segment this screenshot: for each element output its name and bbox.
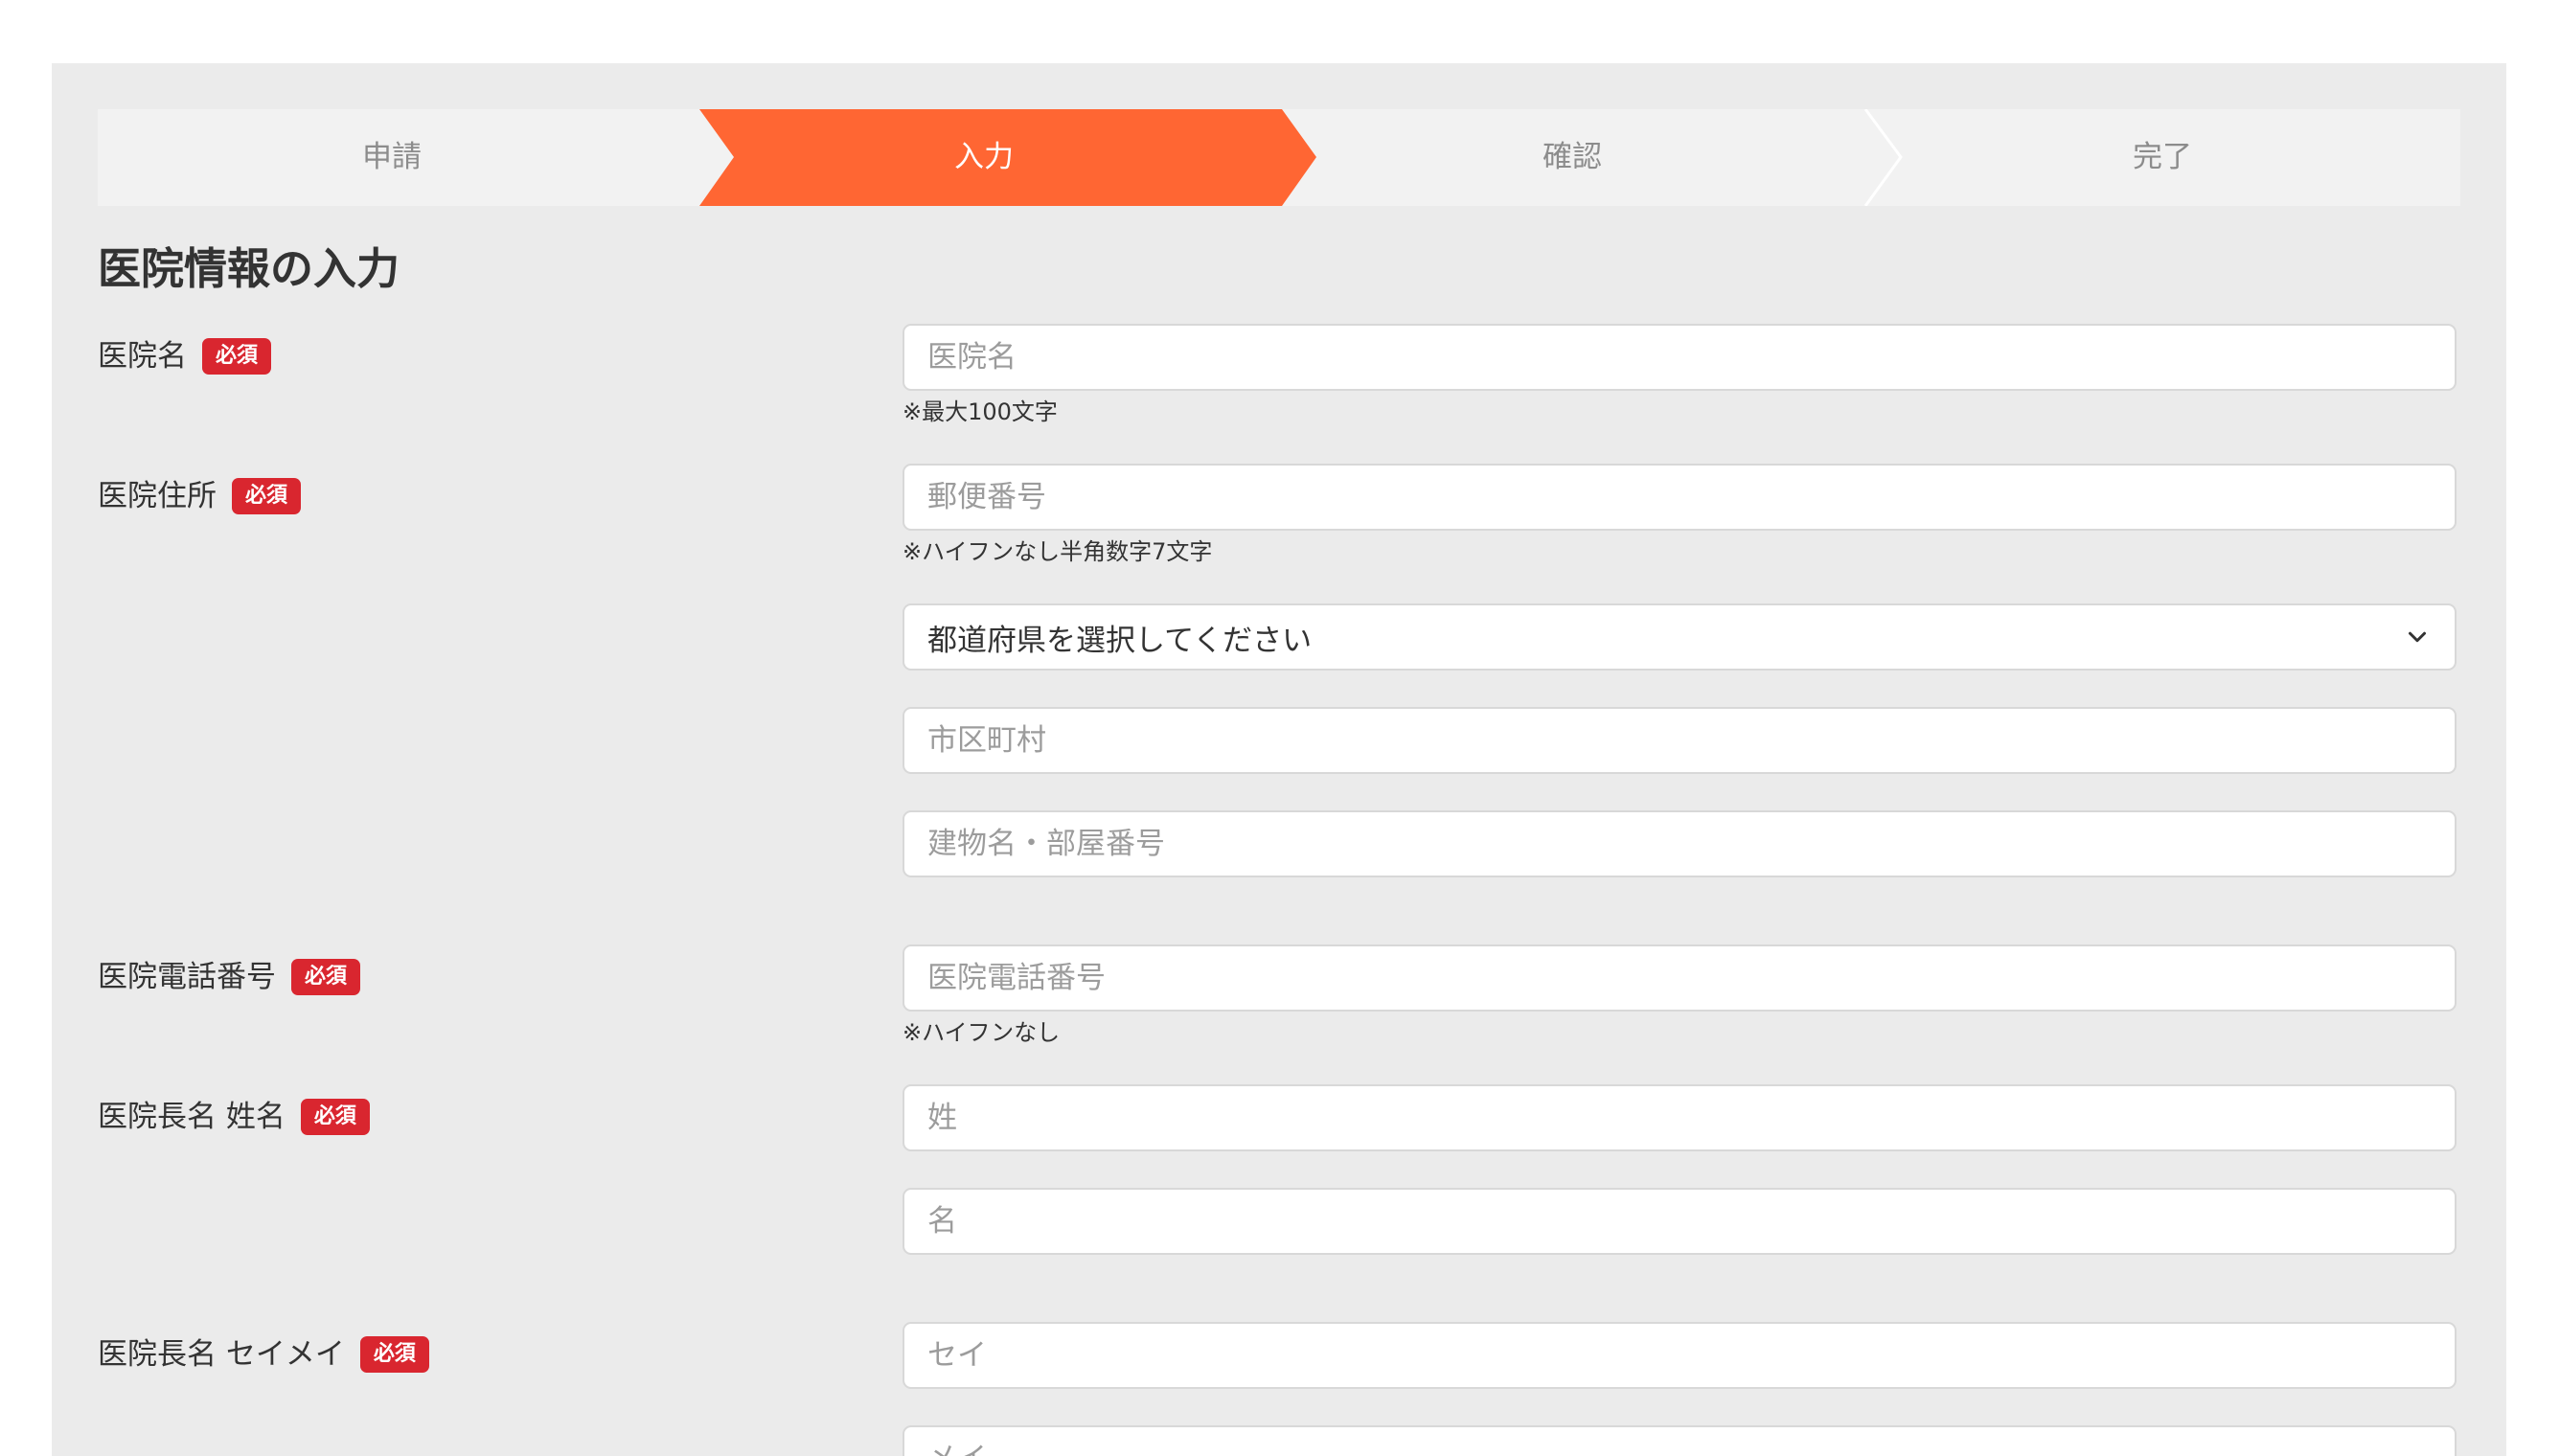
director-kana-label: 医院長名 セイメイ xyxy=(98,1337,345,1372)
director-name-label-row: 医院長名 姓名 必須 xyxy=(98,1096,370,1138)
required-badge: 必須 xyxy=(291,959,361,995)
required-badge: 必須 xyxy=(300,1099,370,1135)
clinic-address-label-row: 医院住所 必須 xyxy=(98,475,302,517)
city-input[interactable] xyxy=(903,707,2457,774)
director-first-name-input[interactable] xyxy=(903,1188,2457,1255)
building-input[interactable] xyxy=(903,810,2457,877)
postal-code-hint: ※ハイフンなし半角数字7文字 xyxy=(903,538,1213,565)
clinic-phone-input[interactable] xyxy=(903,944,2457,1012)
clinic-name-input[interactable] xyxy=(903,324,2457,391)
step-apply: 申請 xyxy=(362,140,422,174)
director-kana-label-row: 医院長名 セイメイ 必須 xyxy=(98,1333,429,1376)
clinic-phone-label-row: 医院電話番号 必須 xyxy=(98,956,361,998)
clinic-name-label-row: 医院名 必須 xyxy=(98,335,272,377)
step-complete: 完了 xyxy=(2133,140,2192,174)
director-name-label: 医院長名 姓名 xyxy=(98,1100,286,1134)
director-first-kana-input[interactable] xyxy=(903,1425,2457,1456)
progress-stepper: 申請 入力 確認 完了 xyxy=(98,109,2460,206)
clinic-phone-label: 医院電話番号 xyxy=(98,960,276,994)
required-badge: 必須 xyxy=(232,478,302,514)
prefecture-select[interactable]: 都道府県を選択してください xyxy=(903,603,2457,671)
chevron-down-icon xyxy=(2409,631,2426,643)
required-badge: 必須 xyxy=(202,338,272,375)
prefecture-select-value: 都道府県を選択してください xyxy=(927,623,1313,658)
clinic-name-hint: ※最大100文字 xyxy=(903,398,1058,425)
clinic-name-label: 医院名 xyxy=(98,339,187,374)
required-badge: 必須 xyxy=(359,1336,429,1373)
clinic-address-label: 医院住所 xyxy=(98,479,217,513)
step-input: 入力 xyxy=(954,140,1014,174)
step-confirm: 確認 xyxy=(1543,140,1602,174)
clinic-phone-hint: ※ハイフンなし xyxy=(903,1019,1061,1046)
page-title: 医院情報の入力 xyxy=(98,243,400,294)
form-panel: 申請 入力 確認 完了 医院情報の入力 医院名 必須 ※最大100文字 医院住所… xyxy=(52,63,2506,1456)
director-last-kana-input[interactable] xyxy=(903,1322,2457,1389)
postal-code-input[interactable] xyxy=(903,464,2457,531)
director-last-name-input[interactable] xyxy=(903,1084,2457,1151)
